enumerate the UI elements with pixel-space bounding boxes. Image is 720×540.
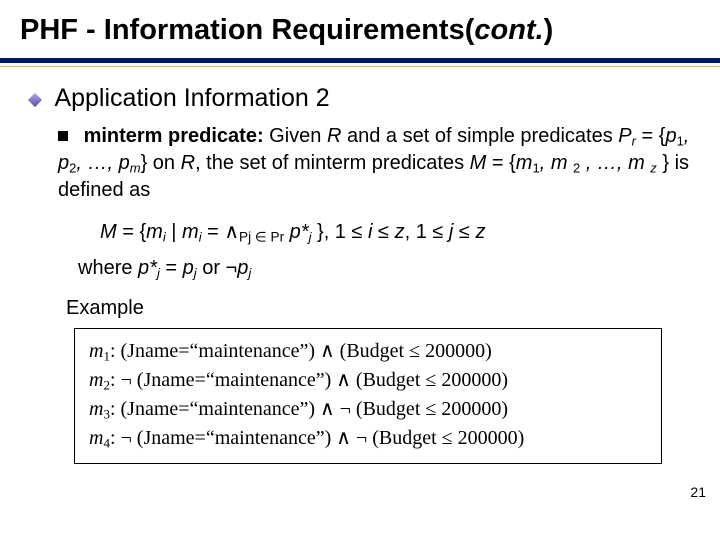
example-row-3: m3: (Jname=“maintenance”) ∧ ¬ (Budget ≤ … [89, 395, 647, 424]
example-box: m1: (Jname=“maintenance”) ∧ (Budget ≤ 20… [74, 328, 662, 464]
slide-body: Application Information 2 minterm predic… [30, 84, 690, 464]
bullet-level2: minterm predicate: Given R and a set of … [58, 123, 690, 204]
slide-number: 21 [690, 484, 706, 500]
slide: PHF - Information Requirements(cont.) Ap… [0, 0, 720, 540]
example-label: Example [66, 297, 690, 320]
diamond-icon [28, 93, 42, 107]
title-rule-thin [0, 66, 720, 67]
title-main: PHF - Information Requirements( [20, 14, 474, 46]
bullet-level1: Application Information 2 [30, 84, 690, 113]
minterm-lead: minterm predicate: [84, 125, 264, 147]
slide-title: PHF - Information Requirements(cont.) [20, 14, 553, 47]
title-rule-thick [0, 58, 720, 63]
square-icon [58, 131, 68, 141]
definition-line: M = {mi | mi = ∧Pj ∈ Pr p*j }, 1 ≤ i ≤ z… [100, 218, 690, 246]
where-line: where p*j = pj or ¬pj [78, 254, 690, 282]
example-row-2: m2: ¬ (Jname=“maintenance”) ∧ (Budget ≤ … [89, 366, 647, 395]
example-row-1: m1: (Jname=“maintenance”) ∧ (Budget ≤ 20… [89, 337, 647, 366]
example-row-4: m4: ¬ (Jname=“maintenance”) ∧ ¬ (Budget … [89, 424, 647, 453]
section-heading: Application Information 2 [54, 84, 329, 112]
title-close: ) [544, 14, 554, 46]
title-cont: cont. [474, 14, 543, 46]
